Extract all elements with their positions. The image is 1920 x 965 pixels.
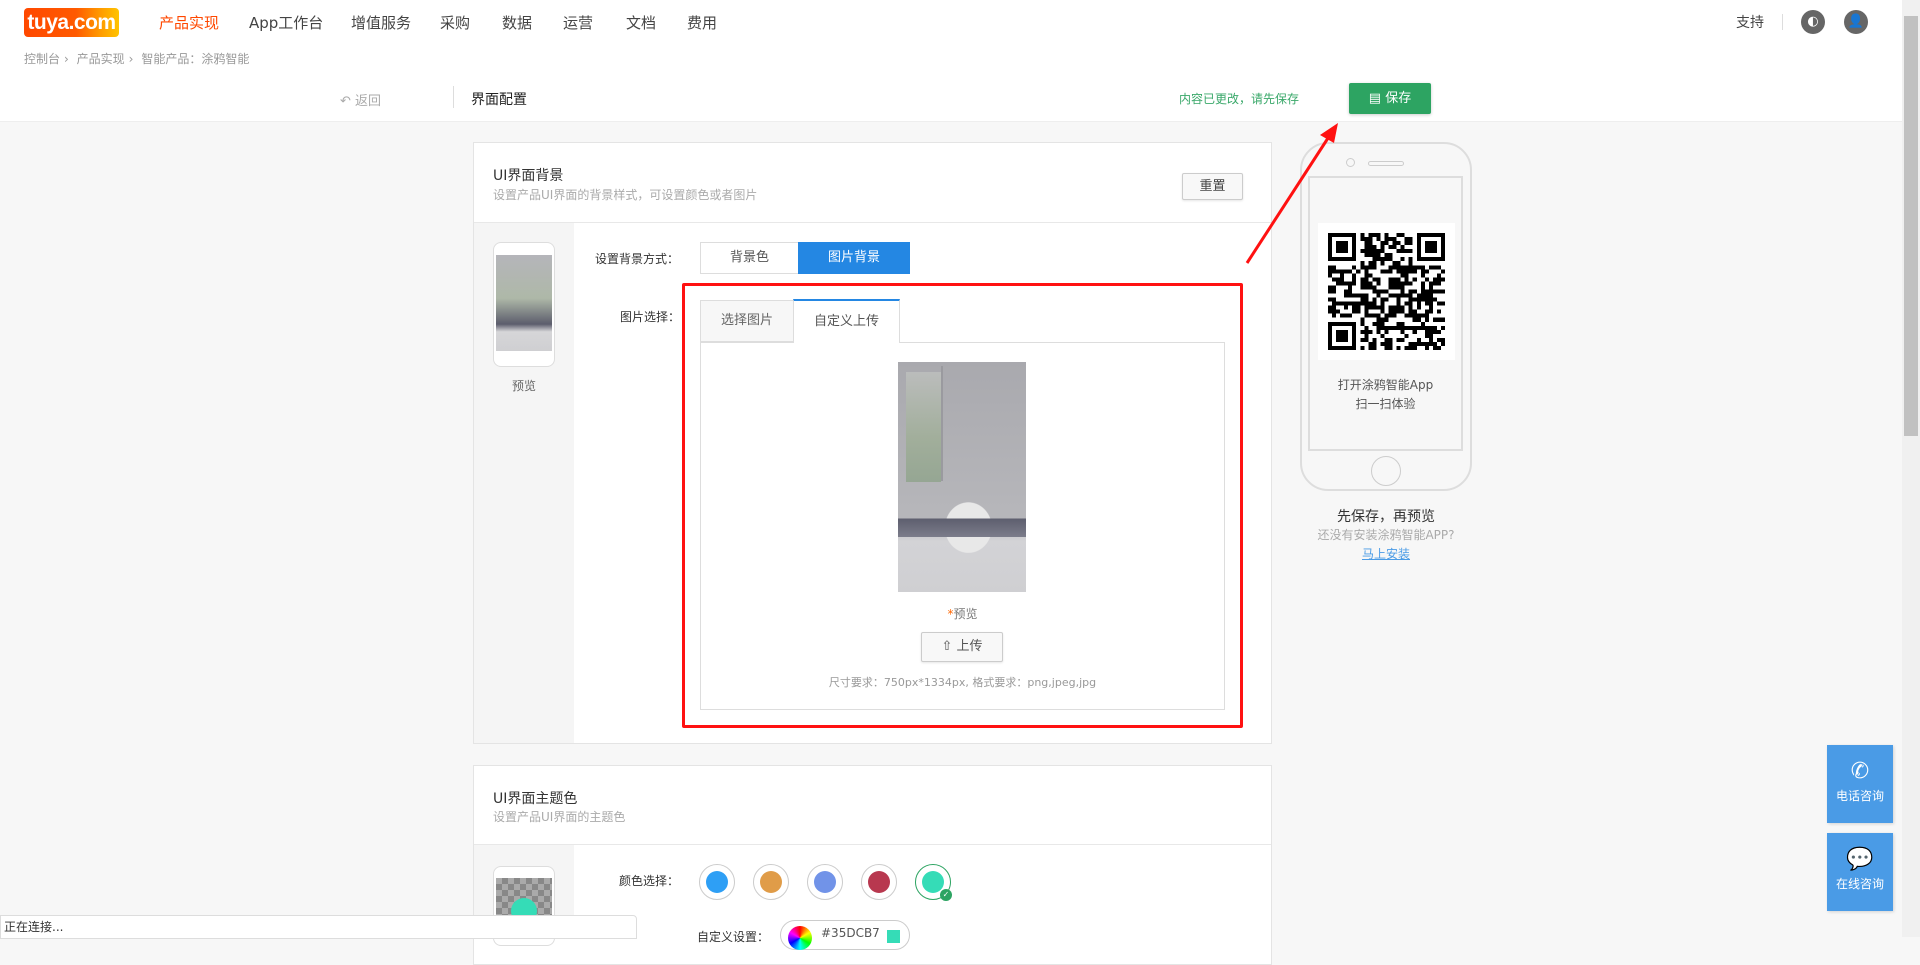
floppy-icon: ▤ — [1368, 91, 1386, 106]
bg-mode-label: 设置背景方式： — [595, 252, 680, 266]
color-dot — [760, 871, 782, 893]
save-button[interactable]: ▤ 保存 — [1349, 83, 1431, 114]
online-consult-button[interactable]: 💬 在线咨询 — [1827, 833, 1893, 911]
image-select-label: 图片选择： — [620, 310, 681, 324]
bg-card-subtitle: 设置产品UI界面的背景样式，可设置颜色或者图片 — [493, 188, 758, 202]
sub-header — [0, 72, 1902, 122]
annotation-highlight-box — [682, 283, 1243, 728]
mode-image-button[interactable]: 图片背景 — [798, 242, 910, 274]
breadcrumb-product[interactable]: 产品实现 — [77, 52, 125, 66]
user-avatar-icon[interactable]: 👤 — [1844, 10, 1868, 34]
theme-card-title: UI界面主题色 — [493, 791, 578, 807]
online-consult-label: 在线咨询 — [1835, 877, 1884, 891]
divider — [474, 222, 1271, 223]
scrollbar-thumb[interactable] — [1904, 16, 1918, 436]
preview-label: 预览 — [511, 379, 536, 393]
color-select-label: 颜色选择： — [619, 874, 680, 888]
reset-button[interactable]: 重置 — [1182, 173, 1243, 200]
color-swatch[interactable] — [861, 864, 897, 900]
mode-color-button[interactable]: 背景色 — [700, 242, 798, 274]
color-swatch[interactable] — [699, 864, 735, 900]
tab-custom-upload[interactable]: 自定义上传 — [793, 299, 900, 343]
color-dot — [814, 871, 836, 893]
scan-text: 扫一扫体验 — [1355, 397, 1416, 411]
color-wheel-icon[interactable] — [788, 926, 812, 950]
unsaved-notice: 内容已更改，请先保存 — [1179, 92, 1300, 106]
undo-icon: ↶ — [340, 94, 356, 109]
no-app-text: 还没有安装涂鸦智能APP? — [1317, 528, 1455, 542]
bg-card-title: UI界面背景 — [493, 168, 564, 184]
nav-product[interactable]: 产品实现 — [159, 12, 219, 33]
custom-color-input[interactable]: #35DCB7 — [780, 920, 910, 950]
nav-data[interactable]: 数据 — [502, 12, 532, 33]
chat-bubble-icon: 💬 — [1846, 847, 1874, 872]
home-button-icon — [1371, 456, 1401, 486]
chevron-right-icon: › — [128, 52, 134, 66]
divider — [474, 844, 1271, 845]
browser-status-bar: 正在连接... — [0, 915, 637, 939]
planet-icon[interactable]: ◐ — [1801, 10, 1825, 34]
color-swatch[interactable] — [753, 864, 789, 900]
page-title: 界面配置 — [471, 92, 527, 108]
custom-color-value: #35DCB7 — [821, 926, 880, 940]
color-swatch[interactable]: ✓ — [915, 864, 952, 901]
nav-app-workbench[interactable]: App工作台 — [249, 12, 323, 33]
save-then-preview: 先保存，再预览 — [1337, 509, 1435, 525]
check-icon: ✓ — [940, 889, 952, 901]
back-label: 返回 — [355, 94, 382, 109]
breadcrumb-console[interactable]: 控制台 — [24, 52, 60, 66]
divider — [1782, 14, 1783, 30]
chevron-right-icon: › — [64, 52, 69, 66]
phone-icon: ✆ — [1850, 759, 1870, 784]
nav-operations[interactable]: 运营 — [563, 12, 593, 33]
install-link[interactable]: 马上安装 — [1290, 545, 1482, 562]
speaker-icon — [1368, 161, 1404, 166]
back-button[interactable]: ↶ 返回 — [340, 90, 381, 109]
save-label: 保存 — [1385, 91, 1412, 106]
theme-card-subtitle: 设置产品UI界面的主题色 — [493, 810, 626, 824]
nav-fees[interactable]: 费用 — [687, 12, 717, 33]
mini-preview-image — [496, 255, 552, 351]
nav-purchase[interactable]: 采购 — [440, 12, 470, 33]
breadcrumb-current: 智能产品：涂鸦智能 — [141, 52, 250, 66]
top-navbar — [0, 0, 1902, 72]
color-dot — [706, 871, 728, 893]
color-dot — [922, 871, 944, 893]
phone-consult-label: 电话咨询 — [1835, 789, 1884, 803]
annotation-arrow — [1245, 123, 1338, 264]
breadcrumb: 控制台 › 产品实现 › 智能产品：涂鸦智能 — [24, 50, 253, 67]
nav-value-added[interactable]: 增值服务 — [351, 12, 411, 33]
tuya-logo[interactable]: tuya.com — [24, 8, 119, 37]
support-link[interactable]: 支持 — [1736, 12, 1764, 32]
nav-docs[interactable]: 文档 — [626, 12, 656, 33]
color-dot — [868, 871, 890, 893]
divider — [453, 86, 454, 108]
open-app-text: 打开涂鸦智能App — [1337, 378, 1434, 392]
phone-consult-button[interactable]: ✆ 电话咨询 — [1827, 745, 1893, 823]
color-swatch[interactable] — [807, 864, 843, 900]
